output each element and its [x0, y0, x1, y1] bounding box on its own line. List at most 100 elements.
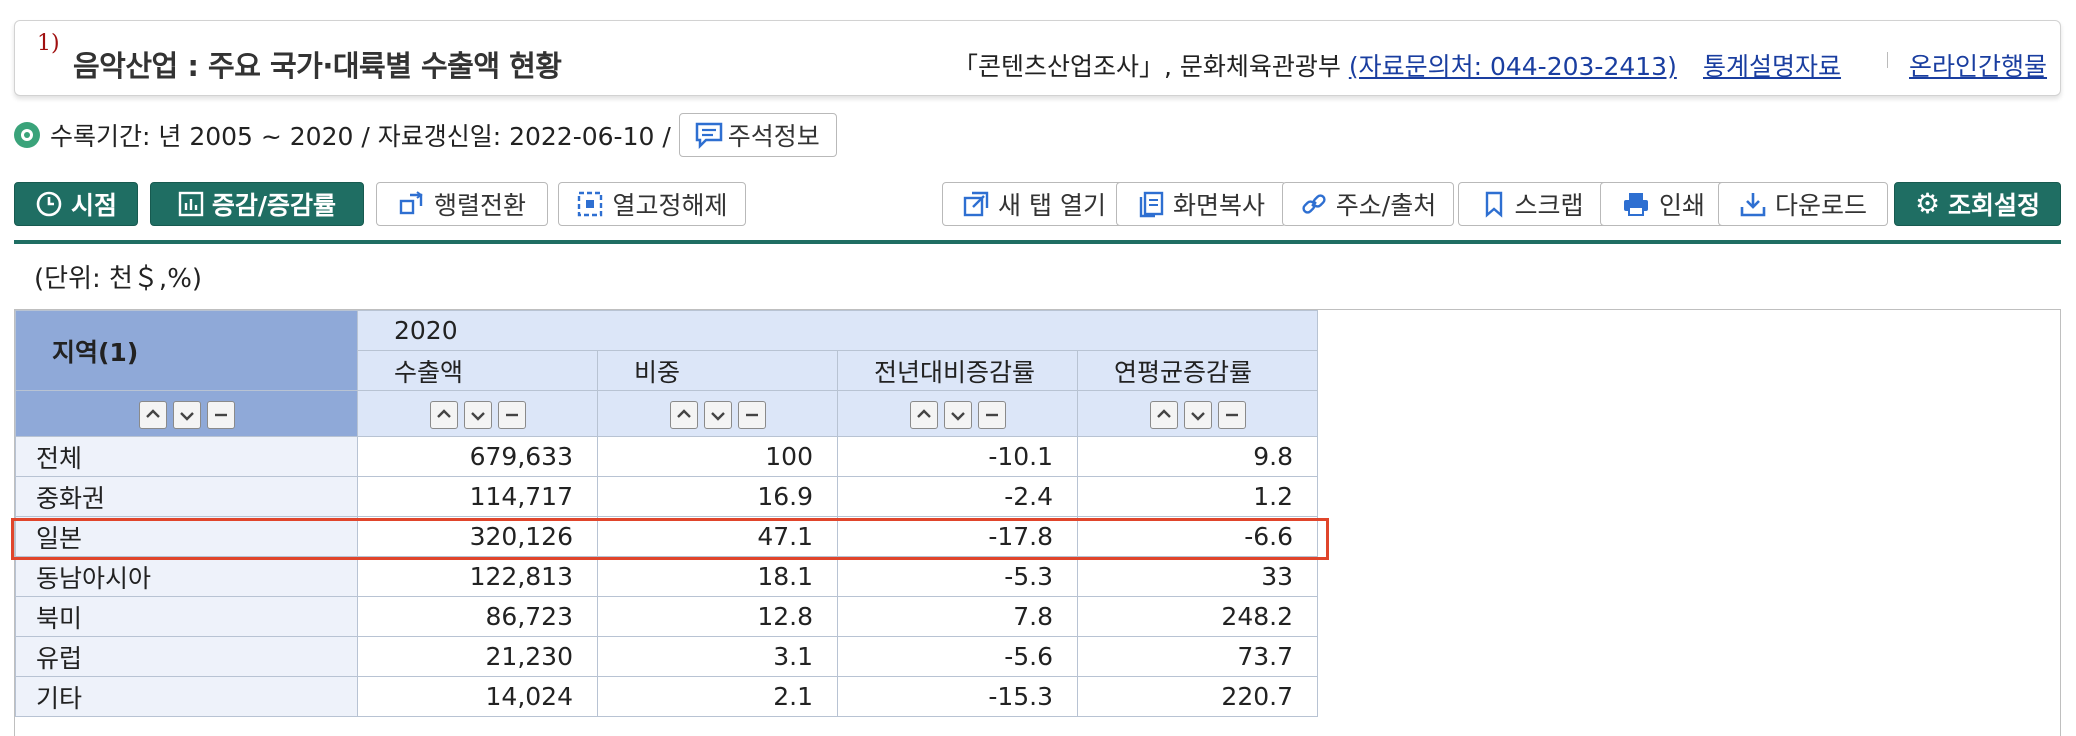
header-divider: [1887, 52, 1888, 68]
year-header: 2020: [357, 310, 1318, 351]
scrap-label: 스크랩: [1514, 191, 1584, 220]
sort-reset-icon[interactable]: [737, 400, 766, 429]
print-button[interactable]: 인쇄: [1600, 182, 1726, 226]
download-label: 다운로드: [1774, 191, 1867, 220]
cell-share: 100: [597, 436, 838, 477]
target-dot-icon: [14, 122, 40, 148]
timepoint-button[interactable]: 시점: [14, 182, 138, 226]
table-row: 기타 14,024 2.1 -15.3 220.7: [15, 676, 1318, 717]
copy-icon: [1139, 191, 1164, 218]
sort-reset-icon[interactable]: [497, 400, 526, 429]
sort-controls: [837, 390, 1078, 437]
transpose-label: 행렬전환: [433, 191, 526, 220]
col-header-cagr[interactable]: 연평균증감률: [1077, 350, 1318, 391]
sort-reset-icon[interactable]: [206, 400, 235, 429]
gear-icon: ⚙: [1914, 187, 1941, 220]
cell-share: 47.1: [597, 516, 838, 557]
sort-desc-icon[interactable]: [943, 400, 972, 429]
scrap-button[interactable]: 스크랩: [1458, 182, 1608, 226]
title-box: 1) 음악산업 : 주요 국가·대륙별 수출액 현황 「콘텐츠산업조사」, 문화…: [14, 20, 2061, 96]
new-tab-icon: [963, 191, 989, 217]
sort-asc-icon[interactable]: [669, 400, 698, 429]
cell-cagr: 9.8: [1077, 436, 1318, 477]
sort-asc-icon[interactable]: [429, 400, 458, 429]
transpose-icon: [399, 191, 423, 215]
row-label: 동남아시아: [15, 556, 358, 597]
sort-asc-icon[interactable]: [909, 400, 938, 429]
contact-link[interactable]: (자료문의처: 044-203-2413): [1349, 52, 1677, 81]
table-row: 유럽 21,230 3.1 -5.6 73.7: [15, 636, 1318, 677]
print-label: 인쇄: [1658, 191, 1705, 220]
sort-controls: [597, 390, 838, 437]
sort-reset-icon[interactable]: [977, 400, 1006, 429]
unfreeze-label: 열고정해제: [612, 191, 728, 220]
unfreeze-columns-button[interactable]: 열고정해제: [558, 182, 746, 226]
col-header-share[interactable]: 비중: [597, 350, 838, 391]
address-source-label: 주소/출처: [1335, 191, 1437, 220]
info-row: 수록기간: 년 2005 ~ 2020 / 자료갱신일: 2022-06-10 …: [14, 112, 837, 158]
sort-desc-icon[interactable]: [463, 400, 492, 429]
cell-cagr: 73.7: [1077, 636, 1318, 677]
cell-cagr: 1.2: [1077, 476, 1318, 517]
period-text: 수록기간: 년 2005 ~ 2020 / 자료갱신일: 2022-06-10 …: [50, 122, 671, 151]
source-text: 「콘텐츠산업조사」, 문화체육관광부 (자료문의처: 044-203-2413): [953, 47, 1677, 83]
col-header-export[interactable]: 수출액: [357, 350, 598, 391]
sort-controls: [1077, 390, 1318, 437]
region-header[interactable]: 지역(1): [15, 310, 358, 391]
query-settings-button[interactable]: ⚙ 조회설정: [1894, 182, 2061, 226]
footnote-number[interactable]: 1): [37, 31, 60, 56]
cell-yoy: -5.6: [837, 636, 1078, 677]
bar-chart-icon: [178, 191, 204, 217]
address-source-button[interactable]: 주소/출처: [1282, 182, 1454, 226]
change-rate-label: 증감/증감률: [211, 191, 337, 220]
row-label: 기타: [15, 676, 358, 717]
cell-share: 12.8: [597, 596, 838, 637]
cell-yoy: -5.3: [837, 556, 1078, 597]
sort-reset-icon[interactable]: [1217, 400, 1246, 429]
sort-controls: [357, 390, 598, 437]
cell-export: 320,126: [357, 516, 598, 557]
cell-share: 16.9: [597, 476, 838, 517]
clock-icon: [36, 191, 62, 217]
screen-copy-label: 화면복사: [1172, 191, 1265, 220]
cell-export: 86,723: [357, 596, 598, 637]
cell-share: 2.1: [597, 676, 838, 717]
cell-share: 18.1: [597, 556, 838, 597]
online-publication-link[interactable]: 온라인간행물: [1909, 47, 2047, 83]
cell-cagr: -6.6: [1077, 516, 1318, 557]
cell-yoy: -2.4: [837, 476, 1078, 517]
table-row: 동남아시아 122,813 18.1 -5.3 33: [15, 556, 1318, 597]
sort-desc-icon[interactable]: [703, 400, 732, 429]
cell-cagr: 248.2: [1077, 596, 1318, 637]
change-rate-button[interactable]: 증감/증감률: [150, 182, 364, 226]
cell-cagr: 33: [1077, 556, 1318, 597]
download-button[interactable]: 다운로드: [1718, 182, 1888, 226]
transpose-button[interactable]: 행렬전환: [376, 182, 548, 226]
note-button-label: 주석정보: [727, 122, 820, 151]
sort-asc-icon[interactable]: [1149, 400, 1178, 429]
sort-asc-icon[interactable]: [138, 400, 167, 429]
sort-desc-icon[interactable]: [1183, 400, 1212, 429]
row-label: 북미: [15, 596, 358, 637]
link-icon: [1302, 194, 1326, 214]
table-row: 북미 86,723 12.8 7.8 248.2: [15, 596, 1318, 637]
cell-export: 679,633: [357, 436, 598, 477]
sort-row: [15, 390, 1318, 437]
note-info-button[interactable]: 주석정보: [678, 113, 837, 157]
toolbar: 시점 증감/증감률 행렬전환 열고정해제 새 탭 열기 화면복사 주소/출처 스…: [14, 182, 2061, 228]
cell-yoy: -15.3: [837, 676, 1078, 717]
query-settings-label: 조회설정: [1948, 191, 2041, 220]
download-icon: [1740, 193, 1766, 217]
row-label: 전체: [15, 436, 358, 477]
data-table: 지역(1) 2020 수출액 비중 전년대비증감률 연평균증감률 전체 679,…: [15, 310, 1318, 717]
sort-desc-icon[interactable]: [172, 400, 201, 429]
cell-export: 21,230: [357, 636, 598, 677]
sort-controls: [15, 390, 358, 437]
timepoint-label: 시점: [70, 191, 117, 220]
cell-export: 114,717: [357, 476, 598, 517]
row-label: 일본: [15, 516, 358, 557]
screen-copy-button[interactable]: 화면복사: [1116, 182, 1286, 226]
new-tab-button[interactable]: 새 탭 열기: [942, 182, 1126, 226]
col-header-yoy[interactable]: 전년대비증감률: [837, 350, 1078, 391]
stat-description-link[interactable]: 통계설명자료: [1703, 47, 1841, 83]
